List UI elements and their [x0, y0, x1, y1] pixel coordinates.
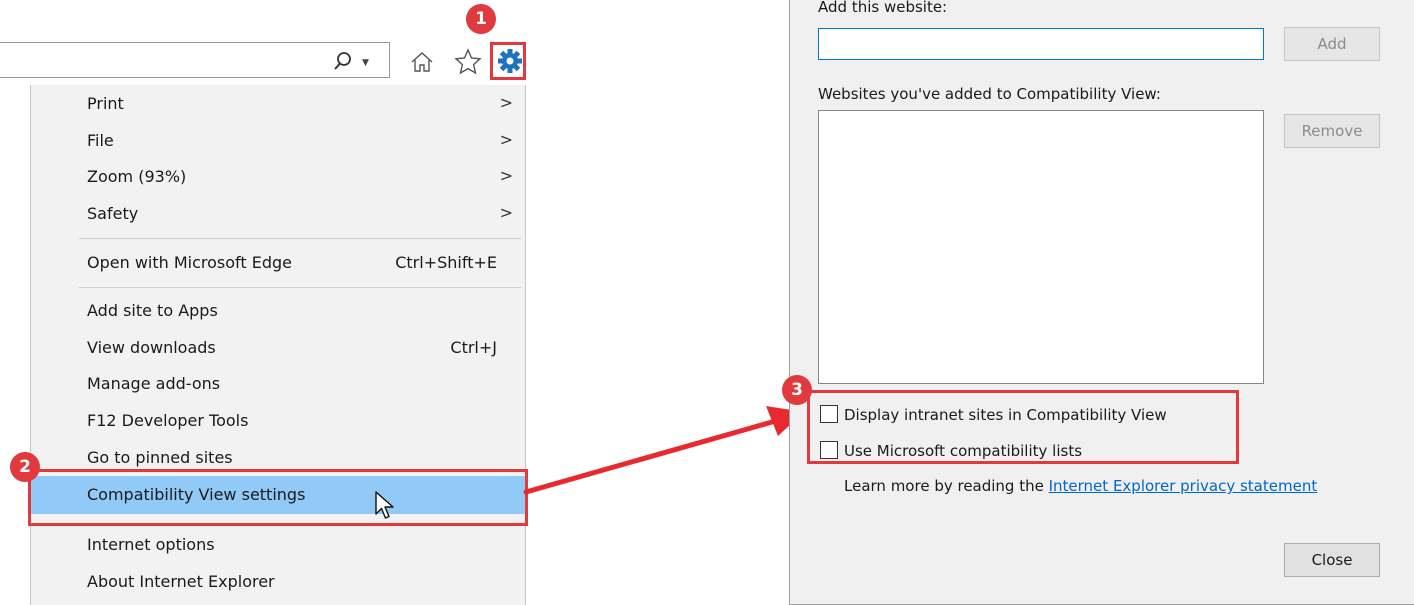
menu-item-about-internet-explorer[interactable]: About Internet Explorer [31, 564, 527, 600]
search-icon[interactable] [330, 50, 358, 72]
menu-item-manage-add-ons[interactable]: Manage add-ons [31, 366, 527, 402]
menu-separator [79, 238, 521, 239]
menu-item-print[interactable]: Print > [31, 86, 527, 122]
close-button[interactable]: Close [1284, 543, 1380, 577]
star-icon[interactable] [453, 47, 483, 77]
menu-item-view-downloads[interactable]: View downloads Ctrl+J [31, 330, 527, 366]
compatibility-view-highlight-box [28, 469, 528, 526]
gear-highlight-box [490, 42, 526, 80]
add-website-label: Add this website: [818, 0, 948, 16]
menu-item-add-site-to-apps[interactable]: Add site to Apps [31, 293, 527, 329]
menu-item-f12-developer-tools[interactable]: F12 Developer Tools [31, 403, 527, 439]
chevron-right-icon: > [499, 93, 513, 112]
home-icon[interactable] [409, 49, 435, 75]
chevron-right-icon: > [499, 166, 513, 185]
mouse-cursor-icon [375, 491, 394, 519]
chevron-right-icon: > [499, 130, 513, 149]
step-badge-3: 3 [782, 375, 812, 405]
remove-button[interactable]: Remove [1284, 114, 1380, 148]
websites-list-label: Websites you've added to Compatibility V… [818, 85, 1161, 103]
step-badge-1: 1 [466, 4, 496, 34]
menu-item-open-with-edge[interactable]: Open with Microsoft Edge Ctrl+Shift+E [31, 245, 527, 281]
search-dropdown-chevron-icon[interactable]: ▼ [362, 58, 369, 68]
learn-more-text: Learn more by reading the Internet Explo… [844, 477, 1318, 495]
add-website-input[interactable] [818, 28, 1264, 60]
step-badge-2: 2 [10, 452, 40, 482]
menu-item-safety[interactable]: Safety > [31, 196, 527, 232]
pointer-arrow-icon [523, 406, 804, 495]
menu-separator [79, 287, 521, 288]
add-button[interactable]: Add [1284, 27, 1380, 61]
websites-list[interactable] [818, 110, 1264, 384]
privacy-statement-link[interactable]: Internet Explorer privacy statement [1049, 477, 1318, 495]
tools-menu: Print > File > Zoom (93%) > Safety > Ope… [30, 85, 527, 605]
checkbox-highlight-box [807, 390, 1239, 464]
menu-item-internet-options[interactable]: Internet options [31, 527, 527, 563]
chevron-right-icon: > [499, 203, 513, 222]
menu-item-file[interactable]: File > [31, 123, 527, 159]
menu-item-zoom[interactable]: Zoom (93%) > [31, 159, 527, 195]
